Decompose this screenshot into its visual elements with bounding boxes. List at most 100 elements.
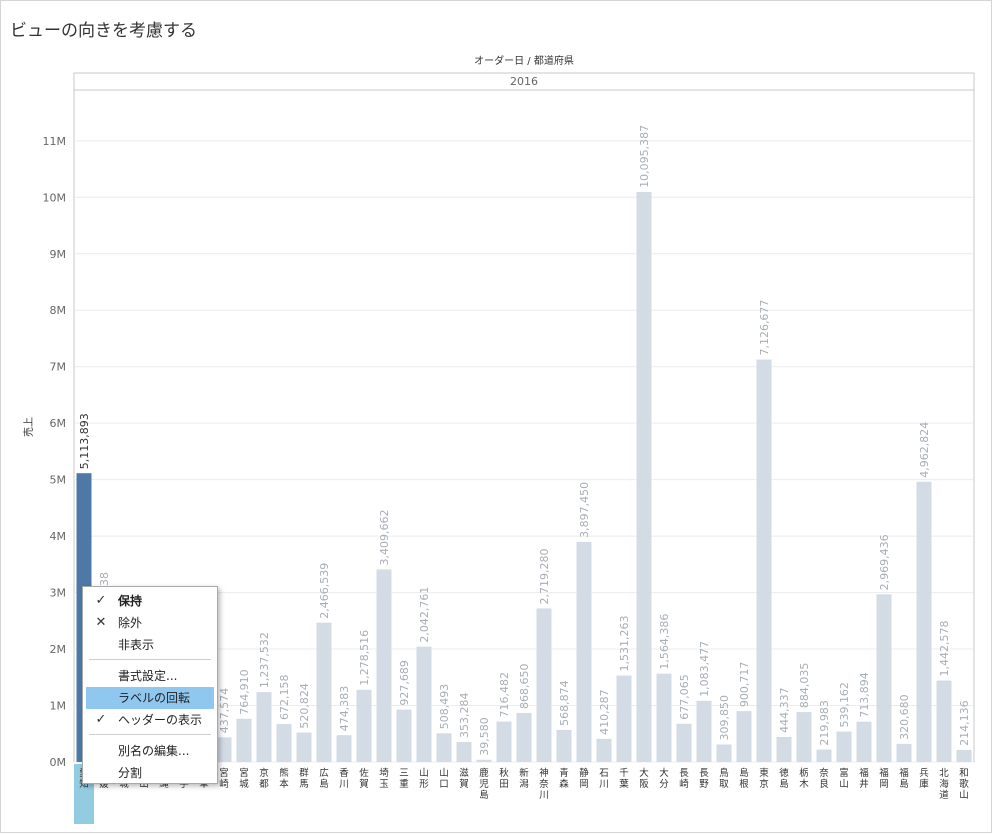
bar[interactable]	[276, 724, 292, 762]
x-tick-label[interactable]: 新潟	[519, 767, 529, 790]
x-tick-label[interactable]: 宮崎	[219, 767, 229, 790]
bar[interactable]	[316, 622, 332, 762]
bar[interactable]	[876, 594, 892, 762]
x-tick-label[interactable]: 香川	[339, 768, 349, 790]
bar[interactable]	[596, 738, 612, 762]
bar[interactable]	[636, 191, 652, 762]
bar[interactable]	[296, 732, 312, 762]
x-tick-label[interactable]: 北海道	[939, 768, 949, 801]
bar[interactable]	[916, 481, 932, 762]
x-tick-label[interactable]: 鳥取	[719, 767, 729, 790]
bar[interactable]	[236, 718, 252, 762]
x-tick-label[interactable]: 宮城	[239, 767, 249, 790]
x-tick-label[interactable]: 青森	[559, 767, 569, 790]
x-tick-label[interactable]: 福島	[899, 767, 909, 790]
context-menu: ✓ 保持 ✕ 除外 非表示 書式設定... ラベルの回転 ✓ ヘッダーの表示 別…	[82, 586, 218, 784]
bar[interactable]	[836, 731, 852, 762]
x-tick-label[interactable]: 東京	[759, 767, 769, 790]
bar[interactable]	[456, 742, 472, 762]
menu-item-label: 分割	[118, 766, 143, 780]
value-label: 410,287	[598, 689, 611, 735]
menu-item-show-header[interactable]: ✓ ヘッダーの表示	[86, 709, 214, 731]
y-tick-label: 7M	[50, 361, 67, 374]
x-tick-label[interactable]: 長崎	[679, 768, 689, 790]
bar[interactable]	[816, 749, 832, 762]
bar[interactable]	[436, 733, 452, 762]
menu-item-rotate-label[interactable]: ラベルの回転	[86, 687, 214, 709]
x-tick-label[interactable]: 静岡	[579, 767, 589, 790]
bar[interactable]	[796, 712, 812, 762]
x-tick-label[interactable]: 佐賀	[359, 767, 369, 790]
x-tick-label[interactable]: 石川	[599, 768, 609, 790]
value-label: 474,383	[338, 686, 351, 732]
value-label: 320,680	[898, 694, 911, 740]
bar[interactable]	[956, 749, 972, 762]
x-tick-label[interactable]: 福岡	[879, 767, 889, 790]
year-header[interactable]: 2016	[510, 75, 538, 88]
bar[interactable]	[516, 712, 532, 762]
x-tick-label[interactable]: 徳島	[779, 767, 789, 790]
bar[interactable]	[696, 700, 712, 762]
x-tick-label[interactable]: 島根	[739, 767, 749, 790]
bar[interactable]	[536, 608, 552, 762]
x-tick-label[interactable]: 山形	[419, 768, 429, 790]
y-tick-label: 1M	[50, 700, 67, 713]
x-tick-label[interactable]: 熊本	[279, 767, 289, 790]
y-tick-label: 9M	[50, 248, 67, 261]
menu-item-exclude[interactable]: ✕ 除外	[86, 612, 214, 634]
value-label: 214,136	[958, 700, 971, 746]
x-tick-label[interactable]: 滋賀	[459, 767, 469, 790]
y-tick-label: 8M	[50, 304, 67, 317]
x-tick-label[interactable]: 鹿児島	[479, 767, 489, 801]
bar[interactable]	[736, 711, 752, 762]
x-tick-label[interactable]: 和歌山	[959, 768, 969, 801]
x-tick-label[interactable]: 埼玉	[379, 767, 389, 790]
column-header: オーダー日 / 都道府県	[474, 54, 574, 67]
bar[interactable]	[356, 689, 372, 762]
x-tick-label[interactable]: 三重	[399, 768, 409, 790]
menu-item-keep[interactable]: ✓ 保持	[86, 590, 214, 612]
check-icon: ✓	[95, 712, 107, 727]
x-tick-label[interactable]: 奈良	[819, 767, 829, 790]
x-tick-label[interactable]: 秋田	[499, 767, 509, 790]
bar[interactable]	[476, 759, 492, 762]
x-tick-label[interactable]: 栃木	[799, 767, 809, 790]
bar[interactable]	[256, 692, 272, 762]
value-label: 672,158	[278, 675, 291, 721]
bar[interactable]	[856, 721, 872, 762]
x-tick-label[interactable]: 山口	[439, 768, 449, 790]
bar[interactable]	[396, 709, 412, 762]
bar[interactable]	[556, 729, 572, 762]
x-tick-label[interactable]: 京都	[259, 767, 269, 790]
bar[interactable]	[216, 737, 232, 762]
x-tick-label[interactable]: 兵庫	[919, 767, 929, 790]
bar[interactable]	[496, 721, 512, 762]
x-tick-label[interactable]: 広島	[319, 767, 329, 790]
bar[interactable]	[616, 675, 632, 762]
x-tick-label[interactable]: 群馬	[299, 767, 309, 790]
menu-item-edit-alias[interactable]: 別名の編集...	[86, 740, 214, 762]
menu-item-format[interactable]: 書式設定...	[86, 665, 214, 687]
bar[interactable]	[756, 359, 772, 762]
value-label: 713,894	[858, 672, 871, 718]
menu-item-split[interactable]: 分割	[86, 762, 214, 784]
x-tick-label[interactable]: 神奈川	[539, 767, 549, 801]
bar[interactable]	[716, 744, 732, 762]
bar[interactable]	[896, 743, 912, 762]
x-tick-label[interactable]: 長野	[699, 768, 709, 790]
bar[interactable]	[656, 673, 672, 762]
bar[interactable]	[336, 735, 352, 762]
bar[interactable]	[676, 723, 692, 762]
bar[interactable]	[576, 541, 592, 762]
bar[interactable]	[376, 569, 392, 762]
x-tick-label[interactable]: 富山	[839, 767, 849, 790]
bar[interactable]	[416, 646, 432, 762]
value-label: 1,278,516	[358, 630, 371, 686]
bar[interactable]	[776, 736, 792, 762]
bar[interactable]	[936, 680, 952, 762]
x-tick-label[interactable]: 千葉	[619, 768, 629, 790]
x-tick-label[interactable]: 大阪	[639, 767, 649, 790]
x-tick-label[interactable]: 大分	[659, 767, 669, 790]
x-tick-label[interactable]: 福井	[859, 767, 869, 790]
menu-item-hide[interactable]: 非表示	[86, 634, 214, 656]
